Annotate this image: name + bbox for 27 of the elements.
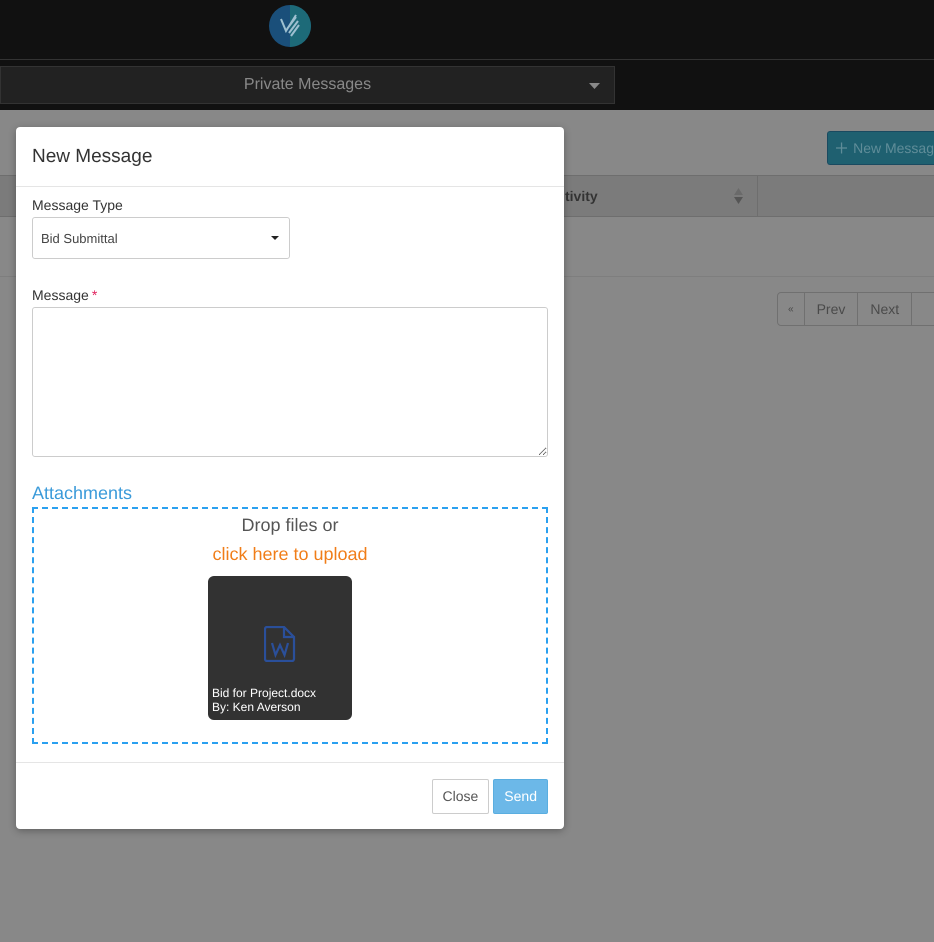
plus-icon (836, 141, 848, 155)
dialog-button[interactable]: Close (432, 778, 490, 814)
drop-zone[interactable]: Drop files or click here to upload Bid for Project.docx By: Ken Averson (32, 507, 548, 744)
logo-icon (269, 5, 311, 47)
file-name: Bid for Project.docx (212, 686, 318, 700)
drop-text: Drop files or (241, 515, 339, 536)
section-dropdown[interactable]: Private Messages (0, 66, 615, 104)
dialog-button[interactable]: Send (493, 778, 548, 814)
document-icon (264, 626, 296, 662)
new-message-button[interactable]: New Messag (827, 131, 934, 165)
first-page-button[interactable]: « (777, 292, 805, 326)
caret-icon (589, 83, 600, 89)
message-field[interactable] (32, 307, 548, 458)
file-author: By: Ken Averson (212, 700, 302, 714)
pagination-button[interactable]: Next (857, 292, 912, 326)
field-label: Message (32, 287, 89, 304)
upload-link[interactable]: click here to upload (212, 544, 368, 566)
pagination-button[interactable]: Prev (804, 292, 858, 326)
file-card[interactable]: Bid for Project.docx By: Ken Averson (208, 576, 352, 720)
column-header[interactable]: tivity (565, 188, 598, 204)
section-title: Attachments (32, 483, 134, 504)
caret-icon (271, 236, 279, 240)
required-mark: * (92, 287, 98, 304)
sort-icon[interactable] (734, 188, 743, 204)
message-type-select[interactable]: Bid Submittal (32, 217, 290, 260)
dialog-title: New Message (32, 146, 152, 168)
field-label: Message Type (32, 197, 123, 214)
